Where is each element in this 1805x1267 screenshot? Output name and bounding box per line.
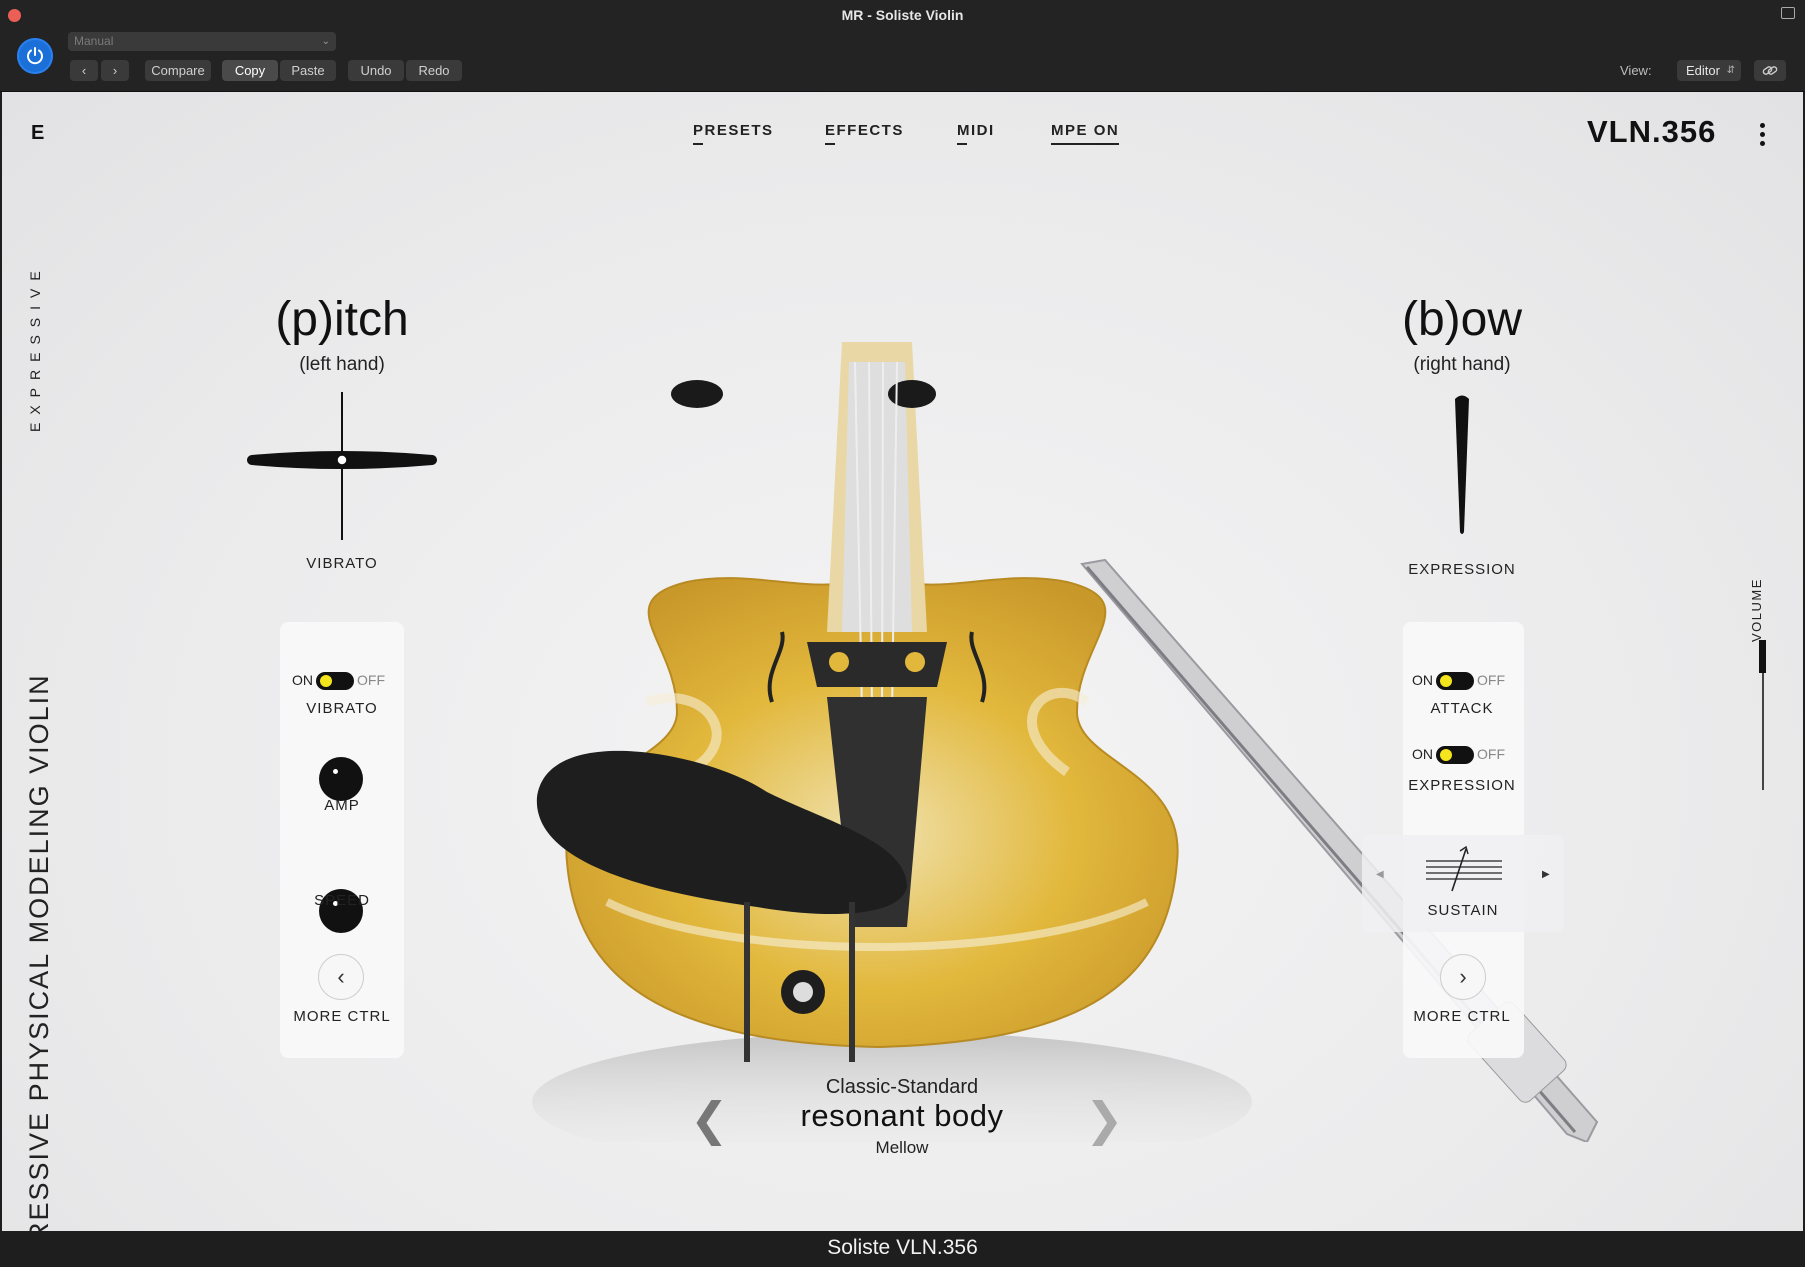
bow-more-ctrl-button[interactable]: › [1440, 954, 1486, 1000]
undo-button[interactable]: Undo [348, 60, 404, 81]
side-description: EXPRESSIVE PHYSICAL MODELING VIOLIN [20, 622, 56, 1231]
tab-mpe[interactable]: MPE ON [1051, 122, 1119, 145]
expression-fader[interactable] [1452, 394, 1472, 536]
attack-toggle[interactable] [1436, 672, 1474, 691]
sustain-next-icon[interactable]: ▶ [1542, 869, 1550, 880]
host-toolbar: MR - Soliste Violin Manual ⌄ ‹ › Compare… [0, 0, 1805, 92]
window-title: MR - Soliste Violin [841, 7, 964, 23]
expression-toggle[interactable] [1436, 746, 1474, 765]
attack-toggle-row[interactable]: ON OFF [1412, 672, 1505, 691]
chevron-right-icon: › [112, 63, 118, 78]
sustain-prev-icon[interactable]: ◀ [1376, 869, 1384, 880]
body-preset-name: resonant body [800, 1098, 1004, 1133]
volume-slider-thumb[interactable] [1759, 640, 1766, 673]
amp-label: AMP [324, 797, 360, 814]
bow-subtitle: (right hand) [1413, 354, 1511, 375]
window-resize-icon[interactable] [1781, 7, 1795, 19]
sustain-label: SUSTAIN [1427, 902, 1499, 919]
pitch-title: (p)itch [275, 293, 409, 346]
preset-menu-value: Manual [74, 34, 114, 48]
expression-fader-label: EXPRESSION [1408, 561, 1516, 578]
tab-presets[interactable]: PRESETS [693, 122, 774, 145]
bow-more-ctrl-label: MORE CTRL [1413, 1008, 1511, 1025]
view-select-value: Editor [1686, 63, 1720, 78]
copy-button[interactable]: Copy [222, 60, 278, 81]
bow-title: (b)ow [1401, 293, 1523, 346]
tab-midi[interactable]: MIDI [957, 122, 995, 145]
previous-preset-button[interactable]: ‹ [70, 60, 98, 81]
expression-toggle-row[interactable]: ON OFF [1412, 746, 1505, 765]
chevron-left-icon: ‹ [337, 964, 345, 989]
chevron-right-icon: › [1459, 964, 1467, 989]
paste-button[interactable]: Paste [280, 60, 336, 81]
vibrato-xy-label: VIBRATO [306, 555, 378, 572]
expression-toggle-label: EXPRESSION [1408, 777, 1516, 794]
redo-button[interactable]: Redo [406, 60, 462, 81]
speed-label: SPEED [314, 892, 370, 909]
chevron-left-icon: ‹ [81, 63, 87, 78]
pitch-more-ctrl-label: MORE CTRL [293, 1008, 391, 1025]
brand-vertical: E EXPRESSIVE [27, 122, 57, 442]
view-label: View: [1620, 63, 1652, 78]
tab-effects[interactable]: EFFECTS [825, 122, 904, 145]
amp-knob[interactable] [322, 760, 360, 798]
power-icon [27, 47, 43, 65]
pitch-more-ctrl-button[interactable]: ‹ [318, 954, 364, 1000]
attack-toggle-label: ATTACK [1430, 700, 1494, 717]
link-button[interactable] [1754, 60, 1786, 81]
brand-vertical-text: EXPRESSIVE [27, 263, 43, 432]
body-variant: Mellow [875, 1138, 929, 1157]
view-select[interactable]: Editor ⇵ [1677, 60, 1741, 81]
side-description-text: EXPRESSIVE PHYSICAL MODELING VIOLIN [24, 673, 54, 1231]
brand-logo: E [31, 122, 45, 144]
compare-button[interactable]: Compare [145, 60, 211, 81]
vibrato-toggle-label: VIBRATO [306, 700, 378, 717]
next-preset-button[interactable]: › [101, 60, 129, 81]
body-category: Classic-Standard [825, 1076, 979, 1098]
power-button[interactable] [17, 38, 53, 74]
footer-title: Soliste VLN.356 [2, 1231, 1803, 1267]
link-icon [1762, 66, 1778, 75]
preset-menu-select[interactable]: Manual ⌄ [68, 32, 336, 51]
mpe-state: ON [1093, 122, 1120, 139]
pitch-subtitle: (left hand) [299, 354, 385, 375]
more-options-icon[interactable] [1760, 123, 1766, 150]
vibrato-toggle-row[interactable]: ON OFF [292, 672, 385, 691]
up-down-chevron-icon: ⇵ [1726, 65, 1735, 76]
vibrato-xy-pad[interactable] [247, 392, 437, 540]
vibrato-toggle[interactable] [316, 672, 354, 691]
sustain-selector[interactable]: ◀ ▶ SUSTAIN [1362, 835, 1564, 932]
product-name: VLN.356 [1587, 114, 1717, 149]
plugin-panel: PRESETS EFFECTS MIDI MPE ON VLN.356 E EX… [2, 92, 1803, 1231]
chevron-down-icon: ⌄ [321, 36, 330, 47]
sustain-articulation-icon [1426, 845, 1502, 892]
